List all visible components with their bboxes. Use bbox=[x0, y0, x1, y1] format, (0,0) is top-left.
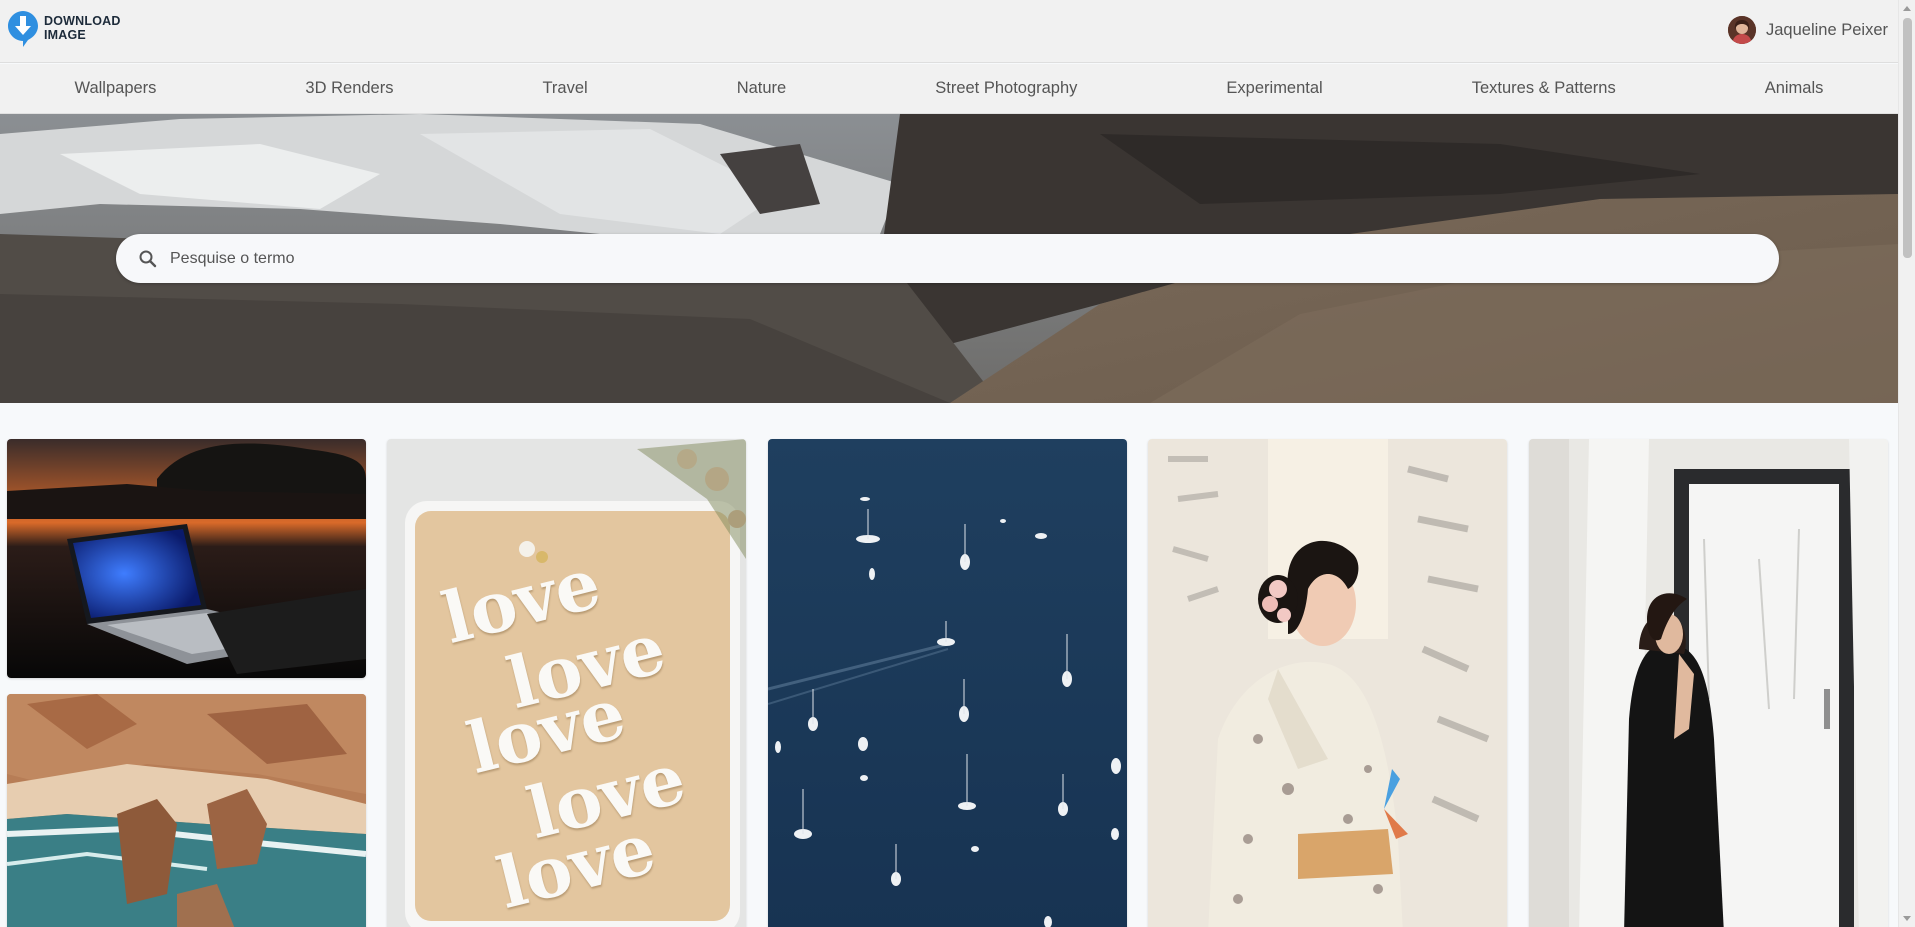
love-cookies-tray-photo[interactable]: love love love love love bbox=[387, 439, 746, 927]
scroll-thumb[interactable] bbox=[1903, 18, 1912, 258]
kimono-woman-photo[interactable] bbox=[1148, 439, 1507, 927]
brand-line-2: IMAGE bbox=[44, 28, 86, 42]
sailboats-ocean-photo[interactable] bbox=[768, 439, 1127, 927]
user-menu[interactable]: Jaqueline Peixer bbox=[1728, 16, 1888, 44]
search-bar[interactable] bbox=[116, 234, 1779, 283]
search-input[interactable] bbox=[170, 249, 1670, 268]
brand-name: DOWNLOAD IMAGE bbox=[44, 14, 121, 42]
laptop-sunset-photo[interactable] bbox=[7, 439, 366, 678]
hero-banner bbox=[0, 114, 1898, 403]
top-bar: DOWNLOAD IMAGE Jaqueline Peixer bbox=[0, 0, 1898, 63]
search-icon bbox=[139, 250, 157, 267]
scroll-down-arrow-icon[interactable] bbox=[1903, 916, 1911, 921]
scroll-up-arrow-icon[interactable] bbox=[1903, 6, 1911, 11]
category-animals[interactable]: Animals bbox=[1765, 79, 1824, 98]
brand-line-1: DOWNLOAD bbox=[44, 14, 121, 28]
rocky-coast-beach-photo[interactable] bbox=[7, 694, 366, 927]
download-arrow-icon bbox=[8, 11, 38, 47]
category-wallpapers[interactable]: Wallpapers bbox=[75, 79, 157, 98]
user-name[interactable]: Jaqueline Peixer bbox=[1766, 21, 1888, 40]
brand-logo[interactable]: DOWNLOAD IMAGE bbox=[6, 9, 121, 47]
category-street-photography[interactable]: Street Photography bbox=[935, 79, 1077, 98]
page-scrollbar[interactable] bbox=[1898, 0, 1915, 927]
category-travel[interactable]: Travel bbox=[542, 79, 587, 98]
category-nav: Wallpapers 3D Renders Travel Nature Stre… bbox=[0, 64, 1898, 114]
category-nature[interactable]: Nature bbox=[737, 79, 787, 98]
category-textures-patterns[interactable]: Textures & Patterns bbox=[1472, 79, 1616, 98]
woman-black-dress-window-photo[interactable] bbox=[1529, 439, 1888, 927]
category-3d-renders[interactable]: 3D Renders bbox=[305, 79, 393, 98]
category-experimental[interactable]: Experimental bbox=[1226, 79, 1322, 98]
avatar[interactable] bbox=[1728, 16, 1756, 44]
